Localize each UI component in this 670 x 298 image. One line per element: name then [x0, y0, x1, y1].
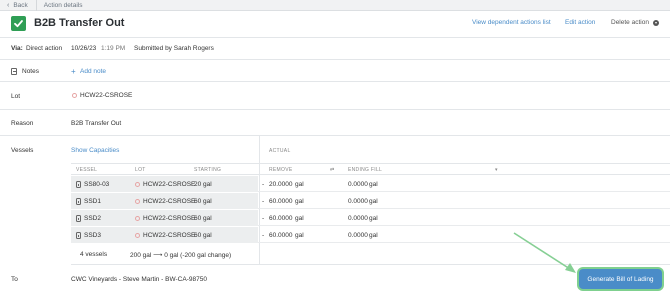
ending-unit: gal [369, 232, 378, 239]
vessels-label: Vessels [11, 147, 34, 154]
top-bar: ‹ Back Action details [0, 0, 670, 11]
via-row: Via: Direct action 10/26/23 1:19 PM Subm… [0, 38, 670, 60]
reason-label: Reason [11, 120, 34, 127]
remove-unit: gal [295, 181, 304, 188]
ending-unit: gal [369, 215, 378, 222]
tank-icon [76, 215, 81, 222]
to-value: CWC Vineyards - Steve Martin - BW-CA-987… [71, 276, 207, 283]
vessel-lot[interactable]: HCW22-CSROSE [143, 215, 195, 222]
submitted-by: Submitted by Sarah Rogers [134, 45, 214, 52]
via-method: Direct action [26, 45, 63, 52]
breadcrumb: Action details [43, 1, 83, 9]
back-label: Back [13, 1, 28, 9]
to-row: To CWC Vineyards - Steve Martin - BW-CA-… [0, 265, 670, 298]
lot-dot-icon [135, 199, 140, 204]
vessels-table-header: VESSEL LOT STARTING REMOVE ⇄ ENDING FILL… [71, 163, 670, 175]
vessel-remove[interactable]: 60.0000 [269, 232, 293, 239]
vessels-summary: 4 vessels 200 gal ⟶ 0 gal (-200 gal chan… [71, 245, 670, 265]
header-starting: STARTING [194, 167, 222, 173]
header-remove: REMOVE [269, 167, 293, 173]
table-row: SSD1 HCW22-CSROSE 60 gal - 60.0000 gal 0… [71, 193, 670, 209]
lot-dot-icon [72, 93, 77, 98]
ending-unit: gal [369, 198, 378, 205]
caret-down-icon[interactable] [653, 20, 659, 26]
table-row: SS80-03 HCW22-CSROSE 20 gal - 20.0000 ga… [71, 176, 670, 192]
remove-unit: gal [295, 215, 304, 222]
minus-sign: - [262, 232, 265, 239]
ending-unit: gal [369, 181, 378, 188]
minus-sign: - [262, 198, 265, 205]
lot-row: Lot HCW22-CSROSE [0, 82, 670, 110]
page-header: B2B Transfer Out View dependent actions … [0, 11, 670, 38]
vessel-count: 4 vessels [80, 251, 108, 258]
delete-action-button[interactable]: Delete action [611, 19, 649, 26]
minus-sign: - [262, 181, 265, 188]
vessel-ending: 0.0000 [348, 215, 368, 222]
sort-caret-icon[interactable]: ▾ [495, 167, 498, 173]
header-lot: LOT [135, 167, 146, 173]
remove-unit: gal [295, 232, 304, 239]
table-row: SSD2 HCW22-CSROSE 60 gal - 60.0000 gal 0… [71, 210, 670, 226]
vessel-starting: 60 gal [194, 198, 212, 205]
tank-icon [76, 198, 81, 205]
edit-action-link[interactable]: Edit action [565, 19, 595, 26]
add-note-link[interactable]: Add note [80, 68, 106, 75]
remove-unit: gal [295, 198, 304, 205]
vessel-lot[interactable]: HCW22-CSROSE [143, 232, 195, 239]
show-capacities-link[interactable]: Show Capacities [71, 147, 119, 154]
vessel-name[interactable]: SSD3 [84, 232, 101, 239]
view-dependent-actions-link[interactable]: View dependent actions list [472, 19, 551, 26]
lot-dot-icon [135, 233, 140, 238]
vessel-starting: 60 gal [194, 232, 212, 239]
tank-icon [76, 232, 81, 239]
note-icon [11, 68, 17, 75]
reason-row: Reason B2B Transfer Out [0, 110, 670, 136]
to-label: To [11, 276, 18, 283]
via-date: 10/26/23 [71, 45, 97, 52]
back-link[interactable]: ‹ Back [0, 0, 37, 11]
page-title: B2B Transfer Out [34, 17, 125, 29]
header-vessel: VESSEL [76, 167, 98, 173]
vessel-name[interactable]: SSD2 [84, 215, 101, 222]
notes-label: Notes [22, 68, 39, 75]
volume-change: 200 gal ⟶ 0 gal (-200 gal change) [130, 252, 232, 259]
generate-bill-of-lading-button[interactable]: Generate Bill of Lading [579, 269, 662, 289]
vessel-ending: 0.0000 [348, 181, 368, 188]
vessel-remove[interactable]: 60.0000 [269, 198, 293, 205]
chevron-left-icon: ‹ [7, 1, 10, 9]
vessel-ending: 0.0000 [348, 198, 368, 205]
vessel-starting: 60 gal [194, 215, 212, 222]
vessel-ending: 0.0000 [348, 232, 368, 239]
vessel-name[interactable]: SS80-03 [84, 181, 109, 188]
via-label: Via: [11, 45, 23, 52]
via-time: 1:19 PM [101, 45, 126, 52]
table-row: SSD3 HCW22-CSROSE 60 gal - 60.0000 gal 0… [71, 227, 670, 243]
notes-row: Notes + Add note [0, 60, 670, 82]
actual-heading: ACTUAL [269, 148, 291, 154]
minus-sign: - [262, 215, 265, 222]
lot-dot-icon [135, 182, 140, 187]
tank-icon [76, 181, 81, 188]
lot-label: Lot [11, 93, 21, 100]
swap-icon[interactable]: ⇄ [330, 167, 335, 173]
vessel-lot[interactable]: HCW22-CSROSE [143, 181, 195, 188]
vessel-name[interactable]: SSD1 [84, 198, 101, 205]
vessel-remove[interactable]: 20.0000 [269, 181, 293, 188]
lot-value[interactable]: HCW22-CSROSE [80, 92, 132, 99]
lot-dot-icon [135, 216, 140, 221]
vessel-lot[interactable]: HCW22-CSROSE [143, 198, 195, 205]
reason-value: B2B Transfer Out [71, 120, 122, 127]
vessel-starting: 20 gal [194, 181, 212, 188]
plus-icon[interactable]: + [71, 67, 76, 76]
check-icon [11, 16, 26, 31]
header-ending: ENDING FILL [348, 167, 383, 173]
vessel-remove[interactable]: 60.0000 [269, 215, 293, 222]
